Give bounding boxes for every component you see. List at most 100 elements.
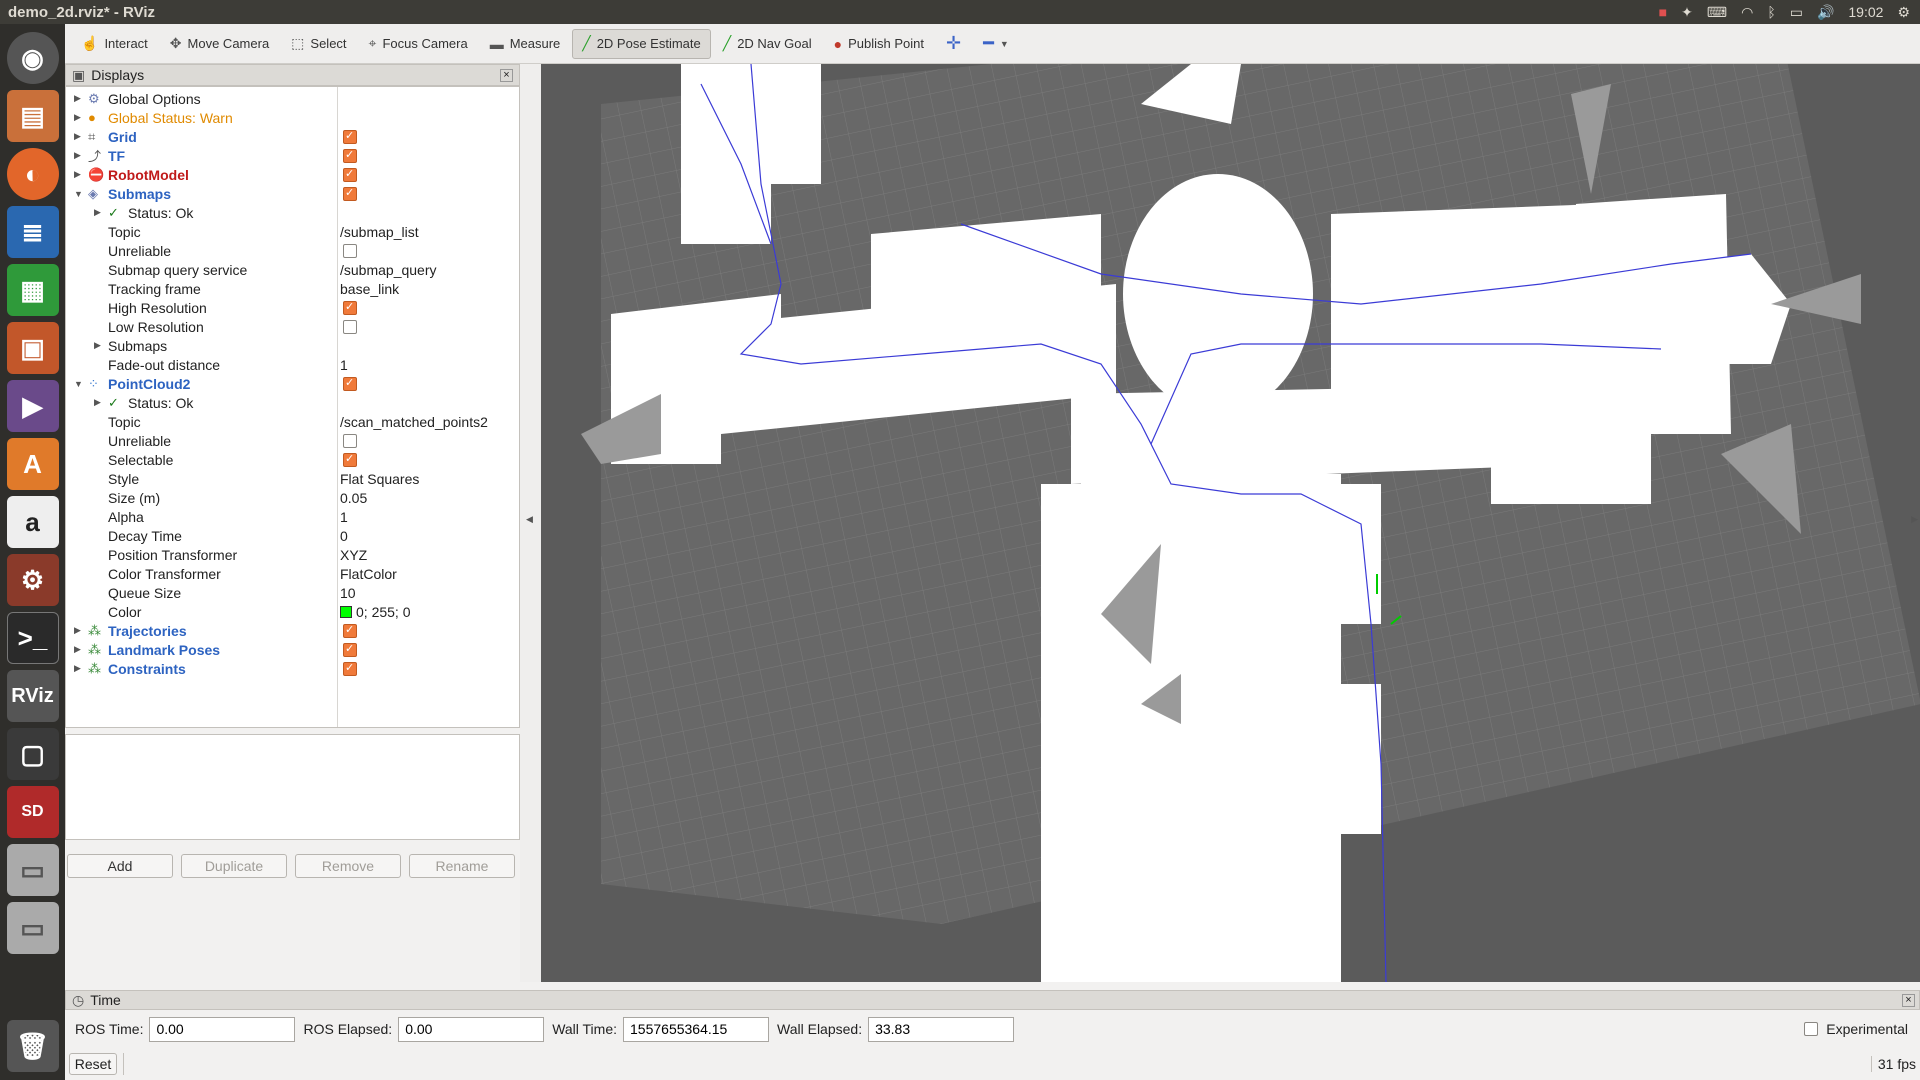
writer-icon[interactable]: ≣: [6, 206, 59, 258]
experimental-option[interactable]: Experimental: [1804, 1021, 1908, 1037]
property-row[interactable]: Color 0; 255; 0: [66, 602, 521, 621]
software-center-icon[interactable]: A: [6, 438, 59, 490]
expand-icon[interactable]: ▶: [74, 112, 81, 123]
rename-button[interactable]: Rename: [409, 854, 515, 878]
high-resolution-checkbox[interactable]: [343, 300, 357, 315]
expand-icon[interactable]: ▶: [74, 625, 81, 636]
expand-icon[interactable]: ▶: [74, 150, 81, 161]
tree-row[interactable]: ▶ ⤴ TF: [66, 146, 521, 165]
enable-checkbox[interactable]: [343, 642, 357, 657]
property-row[interactable]: Decay Time 0: [66, 526, 521, 545]
property-row[interactable]: Tracking frame base_link: [66, 279, 521, 298]
video-icon[interactable]: ▶: [6, 380, 59, 432]
collapse-icon[interactable]: ▼: [74, 189, 83, 199]
low-resolution-checkbox[interactable]: [343, 319, 357, 334]
collapse-right-icon[interactable]: ▶: [1911, 514, 1918, 525]
remove-button[interactable]: Remove: [295, 854, 401, 878]
bluetooth-icon[interactable]: ᛒ: [1767, 4, 1775, 20]
select-tool[interactable]: ⬚ Select: [281, 29, 356, 59]
remove-tool-button[interactable]: ━ ▼: [973, 29, 1019, 59]
workspace-icon[interactable]: ▢: [6, 728, 59, 780]
move-camera-tool[interactable]: ✥ Move Camera: [160, 29, 279, 59]
selectable-checkbox[interactable]: [343, 452, 357, 467]
focus-camera-tool[interactable]: ⌖ Focus Camera: [359, 29, 478, 59]
property-row[interactable]: High Resolution: [66, 298, 521, 317]
property-row[interactable]: Size (m) 0.05: [66, 488, 521, 507]
amazon-icon[interactable]: a: [6, 496, 59, 548]
record-icon[interactable]: ■: [1659, 4, 1667, 20]
files-icon[interactable]: ▤: [6, 90, 59, 142]
collapse-icon[interactable]: ▼: [74, 379, 83, 389]
tree-row[interactable]: ▼ ⁘ PointCloud2: [66, 374, 521, 393]
property-row[interactable]: Low Resolution: [66, 317, 521, 336]
map-view[interactable]: [541, 64, 1920, 982]
add-button[interactable]: Add: [67, 854, 173, 878]
rviz-icon[interactable]: RViz: [6, 670, 59, 722]
tree-row[interactable]: ▼ ◈ Submaps: [66, 184, 521, 203]
expand-icon[interactable]: ▶: [74, 169, 81, 180]
wifi-icon[interactable]: ◠: [1741, 4, 1753, 21]
enable-checkbox[interactable]: [343, 167, 357, 182]
panel-splitter[interactable]: ◀: [520, 64, 541, 982]
tree-row[interactable]: ▶ ⁂ Constraints: [66, 659, 521, 678]
keyboard-icon[interactable]: ⌨: [1707, 4, 1727, 21]
property-row[interactable]: Style Flat Squares: [66, 469, 521, 488]
enable-checkbox[interactable]: [343, 186, 357, 201]
property-row[interactable]: Topic/scan_matched_points2: [66, 412, 521, 431]
calc-icon[interactable]: ▦: [6, 264, 59, 316]
drive-icon[interactable]: ▭: [6, 902, 59, 954]
terminal-icon[interactable]: >_: [6, 612, 59, 664]
property-row[interactable]: Fade-out distance 1: [66, 355, 521, 374]
enable-checkbox[interactable]: [343, 661, 357, 676]
tree-row[interactable]: ▶ ⛔ RobotModel: [66, 165, 521, 184]
unreliable-checkbox[interactable]: [343, 433, 357, 448]
close-icon[interactable]: ×: [1902, 993, 1915, 1007]
property-row[interactable]: Unreliable: [66, 431, 521, 450]
expand-icon[interactable]: ▶: [74, 644, 81, 655]
expand-icon[interactable]: ▶: [94, 207, 101, 218]
trash-icon[interactable]: 🗑: [6, 1020, 59, 1072]
enable-checkbox[interactable]: [343, 376, 357, 391]
property-row[interactable]: Selectable: [66, 450, 521, 469]
property-row[interactable]: Submap query service/submap_query: [66, 260, 521, 279]
battery-icon[interactable]: ▭: [1790, 4, 1803, 21]
volume-icon[interactable]: 🔊: [1817, 4, 1834, 21]
add-tool-button[interactable]: ✛: [936, 29, 971, 59]
settings-icon[interactable]: ⚙: [6, 554, 59, 606]
expand-icon[interactable]: ▶: [94, 397, 101, 408]
wall-time-field[interactable]: [623, 1016, 770, 1042]
measure-tool[interactable]: ▬ Measure: [480, 29, 571, 59]
tree-row[interactable]: ▶ ✓ Status: Ok: [66, 393, 521, 412]
interact-tool[interactable]: ☝ Interact: [71, 29, 158, 59]
tree-row[interactable]: ▶ ⁂ Landmark Poses: [66, 640, 521, 659]
wall-elapsed-field[interactable]: [868, 1016, 1015, 1042]
ros-time-field[interactable]: [149, 1016, 296, 1042]
property-row[interactable]: Color Transformer FlatColor: [66, 564, 521, 583]
collapse-left-icon[interactable]: ◀: [526, 514, 533, 525]
tree-row[interactable]: ▶ ⚙ Global Options: [66, 89, 521, 108]
tree-row[interactable]: ▶ ⌗ Grid: [66, 127, 521, 146]
drive-icon[interactable]: ▭: [6, 844, 59, 896]
property-row[interactable]: Topic/submap_list: [66, 222, 521, 241]
enable-checkbox[interactable]: [343, 148, 357, 163]
gear-icon[interactable]: ⚙: [1897, 4, 1910, 21]
color-swatch[interactable]: [340, 605, 352, 618]
property-row[interactable]: Alpha 1: [66, 507, 521, 526]
tree-row[interactable]: ▶ ✓ Status: Ok: [66, 203, 521, 222]
dash-icon[interactable]: ◉: [6, 32, 59, 84]
dropbox-icon[interactable]: ✦: [1681, 4, 1693, 21]
close-icon[interactable]: ×: [500, 68, 513, 82]
tree-row[interactable]: ▶ ● Global Status: Warn: [66, 108, 521, 127]
pose-estimate-tool[interactable]: ╱ 2D Pose Estimate: [572, 28, 711, 59]
sd-card-icon[interactable]: SD: [6, 786, 59, 838]
impress-icon[interactable]: ▣: [6, 322, 59, 374]
property-row[interactable]: Position Transformer XYZ: [66, 545, 521, 564]
render-viewport[interactable]: [541, 64, 1920, 982]
enable-checkbox[interactable]: [343, 129, 357, 144]
tree-row[interactable]: ▶ Submaps: [66, 336, 521, 355]
nav-goal-tool[interactable]: ╱ 2D Nav Goal: [713, 29, 822, 59]
property-row[interactable]: Queue Size 10: [66, 583, 521, 602]
enable-checkbox[interactable]: [343, 623, 357, 638]
publish-point-tool[interactable]: ● Publish Point: [824, 29, 934, 59]
clock[interactable]: 19:02: [1848, 4, 1883, 20]
